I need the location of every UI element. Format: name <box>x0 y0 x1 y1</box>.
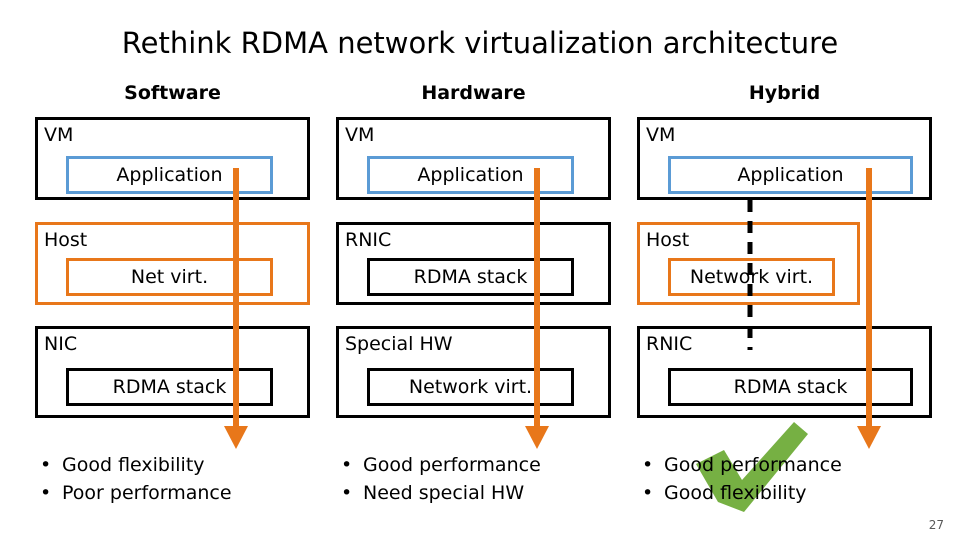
page-number: 27 <box>928 518 944 532</box>
hardware-bullet-2: • Need special HW <box>341 480 631 508</box>
bullet-marker: • <box>642 454 654 476</box>
hybrid-dashed-connector <box>747 200 753 350</box>
hardware-bullet-2-text: Need special HW <box>363 481 525 504</box>
software-layer-3-label: NIC <box>44 333 78 355</box>
hardware-layer-2-label: RNIC <box>345 229 392 251</box>
hardware-bullet-1: • Good performance <box>341 452 631 480</box>
hybrid-bullets: • Good performance • Good flexibility <box>642 452 942 507</box>
slide-canvas: Rethink RDMA network virtualization arch… <box>0 0 960 540</box>
hybrid-bullet-1: • Good performance <box>642 452 942 480</box>
software-layer-2-label: Host <box>44 229 88 251</box>
hybrid-layer-1-label: VM <box>646 124 676 146</box>
bullet-marker: • <box>642 481 654 504</box>
hybrid-layer-2-label: Host <box>646 229 690 251</box>
hybrid-bullet-1-text: Good performance <box>664 454 842 476</box>
hybrid-flow-arrow <box>857 168 881 449</box>
bullet-marker: • <box>341 481 353 504</box>
software-bullet-1-text: Good flexibility <box>62 454 205 476</box>
column-header-hardware: Hardware <box>421 82 526 104</box>
hybrid-bullet-2-text: Good flexibility <box>664 481 807 504</box>
hybrid-layer-3-label: RNIC <box>646 333 693 355</box>
software-bullet-2: • Poor performance <box>40 480 330 508</box>
software-bullet-2-text: Poor performance <box>62 481 232 504</box>
software-flow-arrow <box>224 168 248 449</box>
software-layer-1-label: VM <box>44 124 74 146</box>
hardware-bullet-1-text: Good performance <box>363 454 541 476</box>
bullet-marker: • <box>40 481 52 504</box>
column-header-hybrid: Hybrid <box>748 82 821 104</box>
bullet-marker: • <box>40 454 52 476</box>
page-title: Rethink RDMA network virtualization arch… <box>121 26 839 60</box>
hybrid-bullet-2: • Good flexibility <box>642 480 942 508</box>
hardware-bullets: • Good performance • Need special HW <box>341 452 631 507</box>
hardware-flow-arrow <box>525 168 549 449</box>
software-bullet-1: • Good flexibility <box>40 452 330 480</box>
hardware-layer-3-label: Special HW <box>345 333 453 355</box>
software-bullets: • Good flexibility • Poor performance <box>40 452 330 507</box>
bullet-marker: • <box>341 454 353 476</box>
column-header-software: Software <box>124 82 221 104</box>
hardware-layer-1-label: VM <box>345 124 375 146</box>
